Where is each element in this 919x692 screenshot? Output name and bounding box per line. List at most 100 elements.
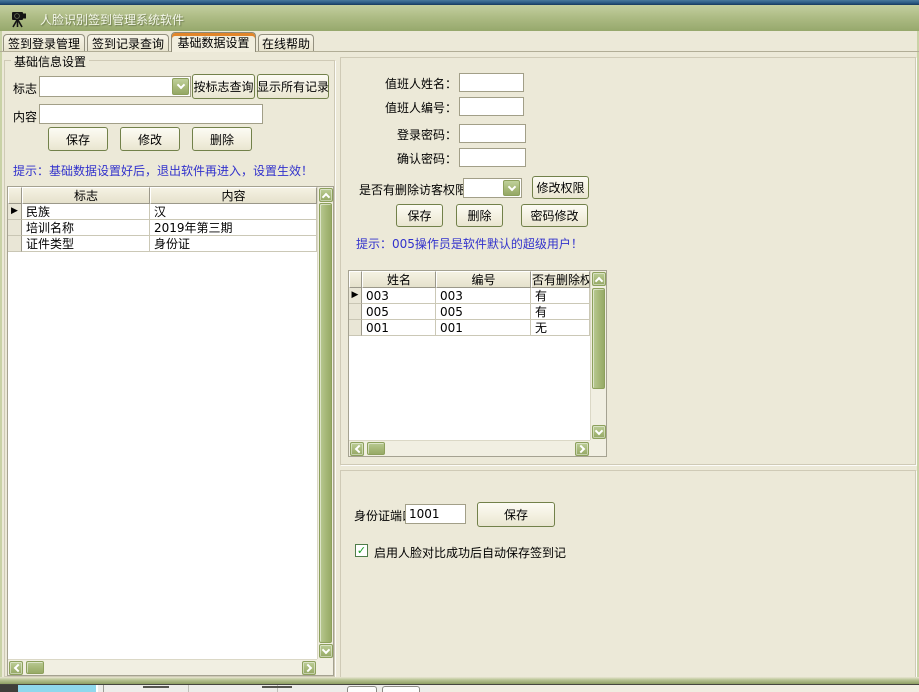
- row-selector: [349, 320, 362, 336]
- operator-settings-panel: 值班人姓名： 值班人编号： 登录密码： 确认密码： 是否有删除访客权限 修改权限…: [340, 57, 916, 465]
- confirm-password-input[interactable]: [459, 148, 526, 167]
- cell-flag: 民族: [22, 204, 150, 220]
- background-button-sliver: [382, 686, 420, 692]
- operator-id-input[interactable]: [459, 97, 524, 116]
- base-info-hint: 提示：基础数据设置好后，退出软件再进入，设置生效！: [13, 162, 313, 179]
- horizontal-scroll-thumb[interactable]: [367, 442, 385, 455]
- scroll-right-button[interactable]: [302, 661, 316, 675]
- chevron-right-icon: [303, 664, 311, 672]
- vertical-scroll-thumb[interactable]: [592, 288, 605, 389]
- operator-delete-button[interactable]: 删除: [456, 204, 503, 227]
- vertical-scroll-thumb[interactable]: [319, 203, 332, 643]
- base-modify-button[interactable]: 修改: [120, 127, 180, 151]
- base-table-header: 标志 内容: [8, 187, 317, 204]
- operator-save-button[interactable]: 保存: [396, 204, 443, 227]
- table-row[interactable]: ▶ 003 003 有: [349, 288, 590, 304]
- modify-permission-button[interactable]: 修改权限: [532, 176, 589, 199]
- window-bottom-border: [0, 677, 919, 684]
- tab-signin-login-manage[interactable]: 签到登录管理: [3, 34, 85, 51]
- operator-hint: 提示：005操作员是软件默认的超级用户！: [356, 235, 583, 252]
- id-port-save-button[interactable]: 保存: [477, 502, 555, 527]
- password-modify-button[interactable]: 密码修改: [521, 204, 588, 227]
- operator-table-header-permission[interactable]: 是否有删除权限: [531, 271, 590, 288]
- cell-content: 汉: [150, 204, 317, 220]
- table-row[interactable]: 证件类型 身份证: [8, 236, 317, 252]
- table-row[interactable]: 005 005 有: [349, 304, 590, 320]
- base-table-horizontal-scrollbar[interactable]: [8, 659, 317, 675]
- flag-combobox[interactable]: [39, 76, 191, 97]
- cell-permission: 有: [531, 304, 590, 320]
- base-table-header-content[interactable]: 内容: [150, 187, 317, 204]
- chevron-down-icon: [595, 426, 603, 434]
- horizontal-scroll-thumb[interactable]: [26, 661, 44, 674]
- chevron-down-icon: [507, 182, 515, 190]
- scroll-down-button[interactable]: [592, 425, 606, 439]
- cell-permission: 无: [531, 320, 590, 336]
- chevron-up-icon: [322, 192, 330, 200]
- cell-id: 001: [436, 320, 531, 336]
- base-save-button[interactable]: 保存: [48, 127, 108, 151]
- cell-name: 005: [362, 304, 436, 320]
- base-table-header-flag[interactable]: 标志: [22, 187, 150, 204]
- flag-combobox-dropdown-button[interactable]: [172, 78, 189, 95]
- tab-signin-record-query[interactable]: 签到记录查询: [87, 34, 169, 51]
- base-table-selector-header: [8, 187, 22, 204]
- cell-flag: 培训名称: [22, 220, 150, 236]
- window-title: 人脸识别签到管理系统软件: [40, 11, 184, 28]
- background-grid-line: [188, 685, 189, 692]
- app-camera-icon: [9, 8, 29, 28]
- scroll-left-button[interactable]: [9, 661, 23, 675]
- row-selector: [349, 304, 362, 320]
- background-desktop-sliver: [430, 685, 919, 692]
- tab-bar: 签到登录管理 签到记录查询 基础数据设置 在线帮助: [0, 33, 919, 52]
- cell-content: 2019年第三期: [150, 220, 317, 236]
- scroll-down-button[interactable]: [319, 644, 333, 658]
- table-row[interactable]: 培训名称 2019年第三期: [8, 220, 317, 236]
- login-password-input[interactable]: [459, 124, 526, 143]
- delete-permission-combobox[interactable]: [463, 178, 522, 198]
- id-port-input[interactable]: [405, 504, 466, 524]
- permission-dropdown-button[interactable]: [503, 180, 520, 196]
- auto-save-checkbox[interactable]: ✓: [355, 544, 368, 557]
- table-row[interactable]: 001 001 无: [349, 320, 590, 336]
- query-by-flag-button[interactable]: 按标志查询: [192, 74, 255, 99]
- operator-table-selector-header: [349, 271, 362, 288]
- id-port-panel: 身份证端口 保存 ✓ 启用人脸对比成功后自动保存签到记: [340, 470, 916, 678]
- auto-save-label: 启用人脸对比成功后自动保存签到记: [374, 544, 566, 561]
- row-pointer-icon: ▶: [8, 204, 22, 220]
- scroll-up-button[interactable]: [592, 272, 606, 286]
- scroll-left-button[interactable]: [350, 442, 364, 456]
- chevron-left-icon: [354, 445, 362, 453]
- row-pointer-icon: ▶: [349, 288, 362, 304]
- tab-online-help[interactable]: 在线帮助: [258, 34, 314, 51]
- chevron-right-icon: [576, 445, 584, 453]
- operator-table-vertical-scrollbar[interactable]: [590, 271, 606, 440]
- chevron-down-icon: [176, 81, 184, 89]
- background-window-bottom-sliver: [0, 684, 919, 692]
- table-row[interactable]: ▶ 民族 汉: [8, 204, 317, 220]
- show-all-records-button[interactable]: 显示所有记录: [257, 74, 329, 99]
- scroll-right-button[interactable]: [575, 442, 589, 456]
- base-delete-button[interactable]: 删除: [192, 127, 252, 151]
- operator-table-header: 姓名 编号 是否有删除权限: [349, 271, 590, 288]
- base-info-table: 标志 内容 ▶ 民族 汉 培训名称 2019年第三期 证件类型 身份证: [7, 186, 334, 676]
- operator-table-header-name[interactable]: 姓名: [362, 271, 436, 288]
- application-window: 人脸识别签到管理系统软件 签到登录管理 签到记录查询 基础数据设置 在线帮助 基…: [0, 0, 919, 692]
- cell-name: 003: [362, 288, 436, 304]
- content-input[interactable]: [39, 104, 263, 124]
- scrollbar-corner: [317, 659, 333, 675]
- cell-id: 005: [436, 304, 531, 320]
- background-text-sliver: [143, 686, 169, 688]
- chevron-down-icon: [322, 645, 330, 653]
- scroll-up-button[interactable]: [319, 188, 333, 202]
- base-table-vertical-scrollbar[interactable]: [317, 187, 333, 659]
- row-selector: [8, 236, 22, 252]
- cell-id: 003: [436, 288, 531, 304]
- operator-name-input[interactable]: [459, 73, 524, 92]
- cell-content: 身份证: [150, 236, 317, 252]
- operator-table-horizontal-scrollbar[interactable]: [349, 440, 590, 456]
- background-grid-line: [103, 685, 104, 692]
- cell-name: 001: [362, 320, 436, 336]
- operator-table-header-id[interactable]: 编号: [436, 271, 531, 288]
- tab-base-data-settings[interactable]: 基础数据设置: [171, 32, 256, 52]
